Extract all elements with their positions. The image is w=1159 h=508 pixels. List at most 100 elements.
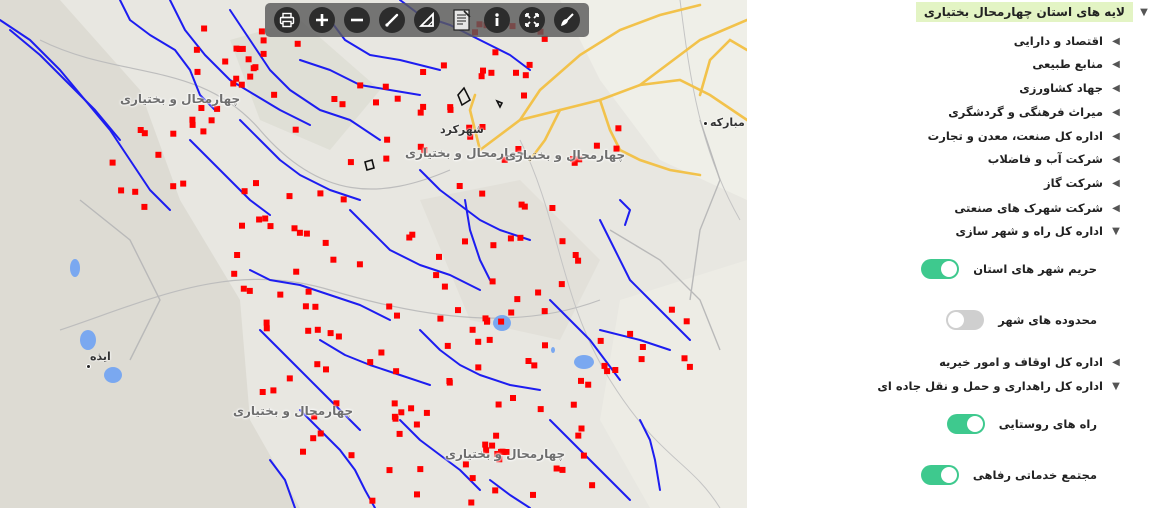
poi-marker[interactable]	[537, 406, 544, 413]
poi-marker[interactable]	[447, 106, 454, 113]
poi-marker[interactable]	[575, 257, 582, 264]
poi-marker[interactable]	[414, 491, 420, 498]
poi-marker[interactable]	[580, 452, 587, 459]
poi-marker[interactable]	[437, 315, 444, 322]
poi-marker[interactable]	[488, 69, 495, 76]
poi-marker[interactable]	[391, 400, 398, 407]
poi-marker[interactable]	[258, 28, 265, 35]
poi-marker[interactable]	[475, 364, 482, 371]
layer-group-industry[interactable]: ◀ اداره کل صنعت، معدن و تجارت	[928, 126, 1123, 146]
poi-marker[interactable]	[549, 205, 556, 211]
poi-marker[interactable]	[521, 92, 527, 99]
zoom-in-button[interactable]	[308, 7, 335, 33]
poi-marker[interactable]	[256, 216, 263, 223]
poi-marker[interactable]	[639, 344, 646, 350]
layer-group-agriculture[interactable]: ◀ جهاد کشاورزی	[1019, 78, 1123, 98]
poi-marker[interactable]	[253, 180, 259, 187]
poi-marker[interactable]	[294, 40, 301, 47]
poi-marker[interactable]	[490, 242, 497, 249]
poi-marker[interactable]	[252, 64, 259, 71]
layer-tree-root[interactable]: ▼ لایه های استان چهارمحال بختیاری	[915, 2, 1151, 22]
poi-marker[interactable]	[612, 367, 619, 373]
poi-marker[interactable]	[683, 318, 690, 325]
poi-marker[interactable]	[262, 215, 269, 222]
poi-marker[interactable]	[615, 125, 622, 132]
poi-marker[interactable]	[394, 95, 401, 102]
poi-marker[interactable]	[335, 333, 342, 340]
poi-marker[interactable]	[327, 330, 334, 337]
poi-marker[interactable]	[303, 230, 310, 237]
poi-marker[interactable]	[440, 62, 447, 69]
layer-toggle-switch[interactable]	[921, 259, 960, 279]
poi-marker[interactable]	[541, 308, 548, 315]
poi-marker[interactable]	[118, 187, 125, 194]
poi-marker[interactable]	[493, 432, 500, 439]
poi-marker[interactable]	[310, 435, 317, 442]
poi-marker[interactable]	[201, 25, 208, 32]
poi-marker[interactable]	[553, 465, 560, 472]
poi-marker[interactable]	[236, 46, 243, 52]
poi-marker[interactable]	[558, 281, 565, 288]
poi-marker[interactable]	[347, 159, 354, 166]
poi-marker[interactable]	[478, 73, 485, 80]
poi-marker[interactable]	[597, 337, 604, 344]
poi-marker[interactable]	[507, 235, 514, 242]
poi-marker[interactable]	[286, 375, 293, 382]
poi-marker[interactable]	[398, 409, 405, 416]
poi-marker[interactable]	[686, 363, 693, 370]
poi-marker[interactable]	[339, 101, 346, 108]
poi-marker[interactable]	[420, 103, 427, 110]
poi-marker[interactable]	[469, 326, 476, 333]
poi-marker[interactable]	[420, 69, 427, 75]
poi-marker[interactable]	[302, 303, 309, 310]
poi-marker[interactable]	[155, 151, 162, 158]
poi-marker[interactable]	[292, 126, 299, 133]
layer-group-gas[interactable]: ◀ شرکت گاز	[1044, 173, 1123, 193]
poi-marker[interactable]	[293, 268, 300, 275]
poi-marker[interactable]	[322, 239, 329, 246]
poi-marker[interactable]	[394, 312, 400, 319]
poi-marker[interactable]	[263, 319, 270, 326]
poi-marker[interactable]	[475, 338, 482, 345]
poi-marker[interactable]	[234, 252, 241, 258]
poi-marker[interactable]	[357, 82, 364, 89]
poi-marker[interactable]	[498, 318, 505, 325]
poi-marker[interactable]	[222, 58, 229, 65]
poi-marker[interactable]	[314, 326, 321, 333]
poi-marker[interactable]	[446, 378, 453, 384]
poi-marker[interactable]	[542, 342, 548, 349]
poi-marker[interactable]	[259, 389, 266, 395]
poi-marker[interactable]	[521, 203, 528, 210]
poi-marker[interactable]	[392, 415, 399, 422]
poi-marker[interactable]	[522, 72, 529, 79]
poi-marker[interactable]	[386, 467, 393, 474]
poi-marker[interactable]	[170, 130, 177, 137]
poi-marker[interactable]	[383, 155, 390, 162]
poi-marker[interactable]	[525, 358, 532, 364]
poi-marker[interactable]	[531, 362, 538, 369]
poi-marker[interactable]	[300, 448, 306, 455]
zoom-out-button[interactable]	[343, 7, 370, 33]
poi-marker[interactable]	[348, 452, 355, 459]
poi-marker[interactable]	[386, 303, 393, 310]
poi-marker[interactable]	[575, 432, 582, 439]
poi-marker[interactable]	[604, 368, 611, 375]
poi-marker[interactable]	[484, 317, 491, 324]
poi-marker[interactable]	[330, 256, 337, 263]
poi-marker[interactable]	[492, 487, 499, 494]
poi-marker[interactable]	[271, 91, 278, 98]
poi-marker[interactable]	[331, 96, 338, 102]
print-button[interactable]	[273, 7, 300, 33]
poi-marker[interactable]	[423, 409, 430, 416]
poi-marker[interactable]	[572, 252, 579, 258]
poi-marker[interactable]	[286, 193, 293, 200]
full-extent-button[interactable]	[519, 7, 546, 33]
poi-marker[interactable]	[340, 196, 347, 203]
poi-marker[interactable]	[513, 69, 519, 76]
poi-marker[interactable]	[317, 430, 324, 437]
poi-marker[interactable]	[194, 68, 201, 75]
measure-line-button[interactable]	[378, 7, 405, 33]
poi-marker[interactable]	[231, 270, 238, 277]
poi-marker[interactable]	[267, 223, 274, 230]
poi-marker[interactable]	[193, 46, 200, 53]
